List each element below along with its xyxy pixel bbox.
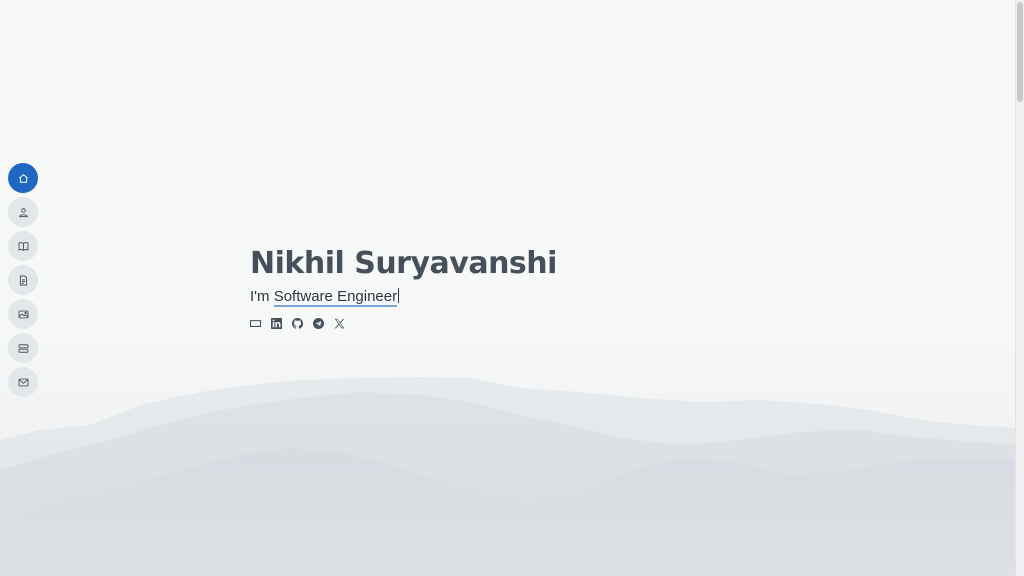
nav-item-resume[interactable] bbox=[8, 231, 38, 261]
envelope-icon bbox=[18, 378, 28, 386]
book-icon bbox=[18, 241, 28, 251]
x-link[interactable] bbox=[334, 318, 345, 329]
social-links bbox=[250, 318, 557, 329]
images-icon bbox=[18, 310, 28, 318]
file-icon bbox=[19, 275, 27, 285]
nav-item-home[interactable] bbox=[8, 163, 38, 193]
scrollbar-thumb[interactable] bbox=[1017, 2, 1023, 102]
envelope-icon bbox=[250, 320, 261, 327]
server-icon bbox=[18, 343, 28, 353]
hero-name: Nikhil Suryavanshi bbox=[250, 246, 557, 281]
hero-section: Nikhil Suryavanshi I'm Software Engineer bbox=[250, 244, 557, 329]
nav-item-documents[interactable] bbox=[8, 265, 38, 295]
nav-item-services[interactable] bbox=[8, 333, 38, 363]
side-nav bbox=[8, 163, 38, 397]
typing-cursor bbox=[398, 288, 400, 303]
nav-item-portfolio[interactable] bbox=[8, 299, 38, 329]
nav-item-about[interactable] bbox=[8, 197, 38, 227]
hero-prefix: I'm bbox=[250, 288, 270, 305]
nav-item-contact[interactable] bbox=[8, 367, 38, 397]
linkedin-icon bbox=[271, 318, 282, 329]
telegram-icon bbox=[313, 318, 324, 329]
house-icon bbox=[18, 173, 28, 183]
telegram-link[interactable] bbox=[313, 318, 324, 329]
email-link[interactable] bbox=[250, 318, 261, 329]
linkedin-link[interactable] bbox=[271, 318, 282, 329]
person-icon bbox=[18, 207, 28, 217]
github-icon bbox=[292, 318, 303, 329]
github-link[interactable] bbox=[292, 318, 303, 329]
x-icon bbox=[334, 318, 345, 329]
hero-tagline: I'm Software Engineer bbox=[250, 287, 557, 307]
typed-role: Software Engineer bbox=[273, 288, 398, 307]
scrollbar[interactable] bbox=[1015, 0, 1024, 576]
